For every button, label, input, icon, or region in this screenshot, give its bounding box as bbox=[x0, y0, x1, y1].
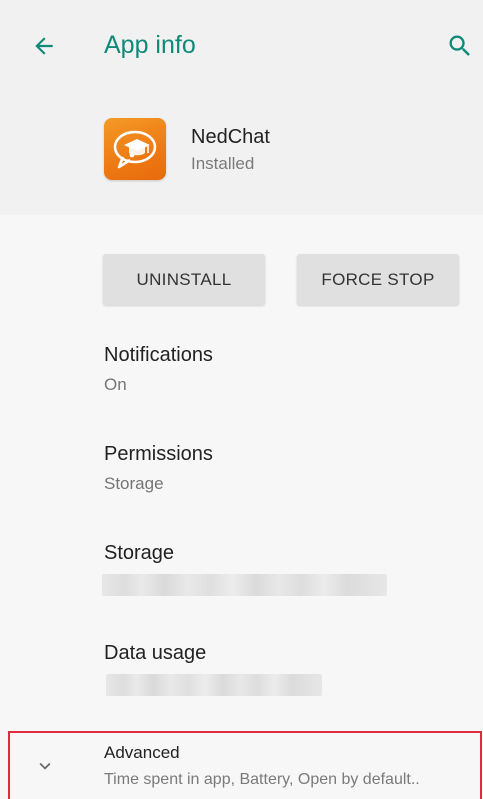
data-usage-value-redacted bbox=[106, 674, 322, 696]
chat-bubble-icon bbox=[113, 130, 157, 169]
notifications-value: On bbox=[104, 375, 127, 394]
permissions-item[interactable]: Permissions Storage bbox=[104, 441, 464, 495]
permissions-title: Permissions bbox=[104, 443, 213, 465]
page-title: App info bbox=[104, 31, 196, 59]
arrow-left-icon bbox=[35, 37, 53, 55]
expand-button[interactable] bbox=[30, 751, 60, 781]
storage-title: Storage bbox=[104, 542, 175, 564]
uninstall-button[interactable]: UNINSTALL bbox=[103, 254, 265, 305]
storage-value-redacted bbox=[102, 574, 387, 596]
advanced-summary: Time spent in app, Battery, Open by defa… bbox=[104, 771, 420, 788]
nedchat-app-icon bbox=[104, 118, 166, 180]
data-usage-item[interactable]: Data usage bbox=[104, 640, 464, 696]
app-header: NedChat Installed bbox=[0, 90, 483, 215]
notifications-item[interactable]: Notifications On bbox=[104, 342, 464, 396]
advanced-title: Advanced bbox=[104, 743, 180, 762]
storage-item[interactable]: Storage bbox=[102, 540, 464, 596]
back-button[interactable] bbox=[24, 26, 64, 66]
notifications-title: Notifications bbox=[104, 344, 213, 366]
app-info-screen: App info NedChat Installed UNINSTALL FOR… bbox=[0, 0, 483, 799]
app-name: NedChat bbox=[191, 126, 270, 148]
top-app-bar: App info bbox=[0, 0, 483, 90]
chevron-down-icon bbox=[39, 762, 51, 770]
data-usage-title: Data usage bbox=[104, 642, 207, 664]
advanced-item[interactable]: Advanced Time spent in app, Battery, Ope… bbox=[8, 731, 482, 799]
force-stop-button[interactable]: FORCE STOP bbox=[297, 254, 459, 305]
search-icon bbox=[449, 35, 470, 56]
search-button[interactable] bbox=[440, 26, 480, 66]
app-status: Installed bbox=[191, 154, 255, 173]
permissions-value: Storage bbox=[104, 474, 164, 493]
